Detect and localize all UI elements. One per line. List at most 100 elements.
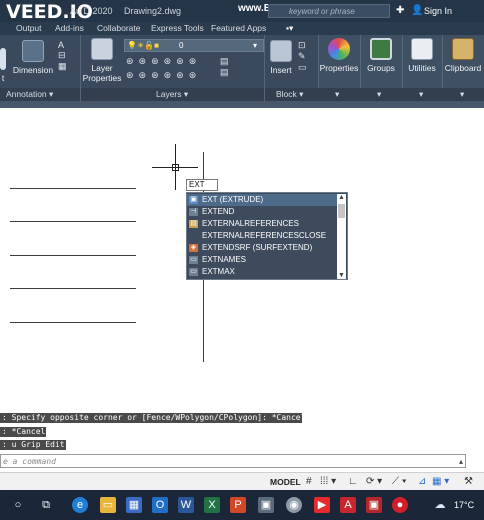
title-bar: VEED.IO Au D 2020 Drawing2.dwg www.BANDI…: [0, 0, 484, 23]
store-icon[interactable]: ▦: [126, 497, 142, 513]
layer-dropdown[interactable]: 0 💡☀🔓■ ▾: [124, 39, 264, 52]
app-icon[interactable]: ▣: [258, 497, 274, 513]
autocomplete-item[interactable]: ▤ EXTERNALREFERENCES: [187, 218, 337, 230]
panel-title-block[interactable]: Block ▾: [276, 89, 303, 100]
panel-title-layers[interactable]: Layers ▾: [156, 89, 188, 100]
ribbon-divider: [80, 35, 81, 101]
utilities-expand-icon[interactable]: ▾: [419, 89, 423, 100]
osnap-icon[interactable]: ⟋ ▾: [392, 476, 407, 487]
chevron-down-icon[interactable]: ▼: [338, 272, 345, 279]
powerpoint-icon[interactable]: P: [230, 497, 246, 513]
drawn-line[interactable]: [10, 188, 136, 189]
drawn-line[interactable]: [10, 288, 136, 289]
command-line[interactable]: [0, 454, 466, 468]
insert-block-icon: [270, 40, 292, 62]
autocad-icon[interactable]: A: [340, 497, 356, 513]
command-icon: ▭: [189, 256, 198, 264]
text-icon: [0, 48, 6, 70]
file-title: Drawing2.dwg: [124, 6, 182, 16]
extrude-icon: ▣: [189, 196, 198, 204]
properties-expand-icon[interactable]: ▾: [335, 89, 339, 100]
command-history-line: : *Cancel*: [0, 427, 51, 437]
tab-add-ins[interactable]: Add-ins: [55, 23, 84, 33]
clipboard-expand-icon[interactable]: ▾: [460, 89, 464, 100]
grid-icon[interactable]: #: [306, 476, 312, 487]
bandicam-icon[interactable]: ▣: [366, 497, 382, 513]
autocomplete-scrollbar[interactable]: ▲ ▼: [337, 194, 346, 279]
command-icon: ▭: [189, 268, 198, 276]
search-input[interactable]: [269, 5, 389, 17]
drawn-line[interactable]: [10, 255, 136, 256]
xref-icon: ▤: [189, 220, 198, 228]
excel-icon[interactable]: X: [204, 497, 220, 513]
autocomplete-item[interactable]: ◈ EXTENDSRF (SURFEXTEND): [187, 242, 337, 254]
command-history-toggle-icon[interactable]: ▴: [459, 457, 463, 466]
tab-featured-apps[interactable]: Featured Apps: [211, 23, 266, 33]
calculator-icon: [411, 38, 433, 60]
ribbon-divider: [264, 35, 265, 101]
tab-collaborate[interactable]: Collaborate: [97, 23, 140, 33]
properties-button[interactable]: Properties: [318, 38, 360, 73]
scrollbar-thumb[interactable]: [338, 204, 345, 218]
weather-icon: ☁: [434, 499, 446, 511]
color-wheel-icon: [328, 38, 350, 60]
model-space-toggle[interactable]: MODEL: [270, 477, 301, 487]
panel-title-annotation[interactable]: Annotation ▾: [6, 89, 53, 100]
tab-express-tools[interactable]: Express Tools: [151, 23, 204, 33]
task-view-icon[interactable]: ⧉: [38, 497, 54, 513]
object-tracking-icon[interactable]: ⊿: [418, 476, 426, 487]
groups-expand-icon[interactable]: ▾: [377, 89, 381, 100]
annotation-small-icons[interactable]: A ⊟ ▦: [58, 40, 72, 72]
command-input[interactable]: [1, 455, 465, 467]
layer-tools-row-2[interactable]: ⊛⊛⊛⊛⊛⊛: [126, 70, 201, 81]
snap-icon[interactable]: ⁞⁞⁞ ▾: [320, 476, 336, 487]
search-box[interactable]: [268, 4, 390, 18]
drawn-line[interactable]: [10, 221, 136, 222]
layer-properties-icon: [91, 38, 113, 60]
status-bar: MODEL # ⁞⁞⁞ ▾ ∟ ⟳ ▾ ⟋ ▾ ⊿ ▦ ▾ ⚒: [0, 472, 484, 490]
autocomplete-item[interactable]: ▭ EXTMAX: [187, 266, 337, 278]
drawn-line[interactable]: [10, 322, 136, 323]
temperature-label: 17°C: [454, 500, 475, 510]
ribbon-tabs: Output Add-ins Collaborate Express Tools…: [0, 22, 484, 35]
dimension-button[interactable]: Dimension: [12, 40, 54, 75]
utilities-button[interactable]: Utilities: [402, 38, 442, 73]
record-icon[interactable]: ●: [392, 497, 408, 513]
ribbon-panel-titles: Annotation ▾ Layers ▾ Block ▾ ▾ ▾ ▾ ▾: [0, 88, 484, 101]
ortho-icon[interactable]: ∟: [348, 476, 358, 487]
word-icon[interactable]: W: [178, 497, 194, 513]
text-button[interactable]: t: [0, 48, 6, 83]
user-icon[interactable]: 👤: [411, 5, 423, 16]
app-icon[interactable]: ◉: [286, 497, 302, 513]
command-autocomplete: ▣ EXT (EXTRUDE) ⊣ EXTEND ▤ EXTERNALREFER…: [186, 192, 348, 280]
block-tools-icons[interactable]: ⊡ ✎ ▭: [298, 40, 312, 73]
chevron-up-icon[interactable]: ▲: [338, 194, 345, 201]
autocomplete-item[interactable]: EXTERNALREFERENCESCLOSE: [187, 230, 337, 242]
outlook-icon[interactable]: O: [152, 497, 168, 513]
autocomplete-item[interactable]: ▭ EXTNAMES: [187, 254, 337, 266]
insert-button[interactable]: Insert: [266, 40, 296, 75]
lineweight-icon[interactable]: ▦ ▾: [432, 476, 449, 487]
groups-button[interactable]: Groups: [360, 38, 402, 73]
sign-in-link[interactable]: Sign In: [424, 6, 452, 16]
polar-icon[interactable]: ⟳ ▾: [366, 476, 382, 487]
tab-output[interactable]: Output: [16, 23, 42, 33]
clipboard-icon: [452, 38, 474, 60]
autocomplete-item[interactable]: ▣ EXT (EXTRUDE): [187, 194, 337, 206]
tab-overflow-icon[interactable]: ▪▾: [286, 23, 293, 34]
clipboard-button[interactable]: Clipboard: [442, 38, 484, 73]
app-title: Au D 2020: [70, 6, 113, 16]
annotation-scale-icon[interactable]: ⚒: [464, 476, 473, 487]
group-icon: [370, 38, 392, 60]
layer-tools-row-1[interactable]: ⊛⊛⊛⊛⊛⊛: [126, 56, 201, 67]
dynamic-input[interactable]: EXT: [186, 179, 218, 191]
layer-properties-button[interactable]: Layer Properties: [82, 38, 122, 83]
extend-icon: ⊣: [189, 208, 198, 216]
search-icon[interactable]: ○: [10, 497, 26, 513]
exchange-icon[interactable]: ✚: [396, 5, 404, 16]
file-explorer-icon[interactable]: ▭: [100, 497, 116, 513]
youtube-icon[interactable]: ▶: [314, 497, 330, 513]
edge-icon[interactable]: e: [72, 497, 88, 513]
autocomplete-item[interactable]: ⊣ EXTEND: [187, 206, 337, 218]
layer-tools-extra[interactable]: ▤ ▤: [220, 56, 234, 78]
